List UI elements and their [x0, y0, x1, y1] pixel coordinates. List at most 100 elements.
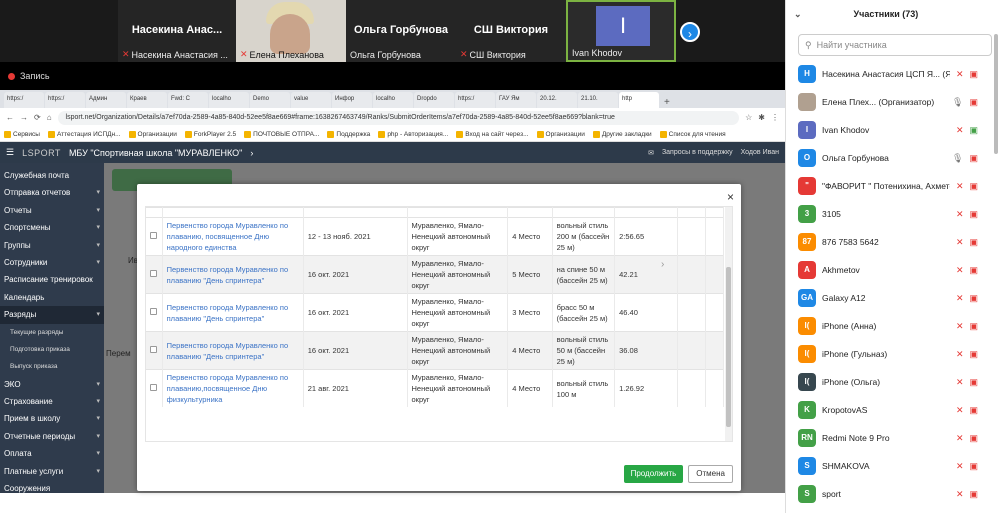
row-checkbox[interactable]: [150, 270, 157, 277]
browser-tab[interactable]: 20.12.: [537, 92, 577, 108]
browser-tab[interactable]: Fwd: C: [168, 92, 208, 108]
sidebar-item[interactable]: Календарь: [0, 289, 104, 306]
mail-icon[interactable]: ✉: [648, 149, 654, 157]
browser-tab[interactable]: value: [291, 92, 331, 108]
row-checkbox[interactable]: [150, 308, 157, 315]
browser-tab[interactable]: https:/: [4, 92, 44, 108]
row-checkbox[interactable]: [150, 346, 157, 353]
browser-tab[interactable]: https:/: [45, 92, 85, 108]
results-table-container[interactable]: Первенство города Муравленко по плаванию…: [145, 206, 733, 442]
participant-search-input[interactable]: ⚲ Найти участника: [798, 34, 992, 56]
panel-scrollbar[interactable]: [994, 34, 998, 154]
cell-event[interactable]: Первенство города Муравленко по плаванию…: [167, 303, 289, 323]
sidebar-item[interactable]: Группы: [0, 237, 104, 255]
sidebar-item[interactable]: Страхование: [0, 393, 104, 411]
sidebar-item[interactable]: Отправка отчетов: [0, 184, 104, 202]
sidebar-subitem[interactable]: Выпуск приказа: [0, 358, 104, 375]
sidebar-item[interactable]: Спортсмены: [0, 219, 104, 237]
cancel-button[interactable]: Отмена: [688, 465, 733, 483]
url-field[interactable]: lsport.net/Organization/Details/a7ef70da…: [57, 110, 740, 125]
chevron-down-icon[interactable]: ⌄: [794, 9, 802, 20]
participant-item[interactable]: ""ФАВОРИТ " Потенихина, Ахметов, ...✕▣: [798, 172, 1000, 200]
sidebar-item[interactable]: Разряды: [0, 306, 104, 324]
bookmark[interactable]: Сервисы: [4, 130, 40, 138]
table-row[interactable]: Первенство города Муравленко по плаванию…: [146, 255, 725, 294]
sidebar-subitem[interactable]: Подготовка приказа: [0, 341, 104, 358]
sidebar-item[interactable]: Оплата: [0, 445, 104, 463]
browser-tab[interactable]: http: [619, 92, 659, 108]
browser-tab[interactable]: ГАУ Ям: [496, 92, 536, 108]
extensions-icon[interactable]: ✱: [758, 113, 765, 122]
video-tile[interactable]: Насекина Анас... ✕ Насекина Анастасия ...: [118, 0, 236, 62]
scrollbar[interactable]: [725, 207, 732, 441]
participant-item[interactable]: I(iPhone (Анна) ✕ ▣: [798, 312, 1000, 340]
participant-item[interactable]: S SHMAKOVA ✕ ▣: [798, 452, 1000, 480]
participant-item[interactable]: 3 3105 ✕ ▣: [798, 200, 1000, 228]
bookmark[interactable]: Аттестация ИСПДн...: [47, 130, 121, 138]
new-tab-icon[interactable]: +: [660, 97, 674, 108]
sidebar-item[interactable]: Служебная почта: [0, 167, 104, 184]
participant-item[interactable]: I(iPhone (Гульназ) ✕ ▣: [798, 340, 1000, 368]
video-tile-active[interactable]: I Ivan Khodov: [566, 0, 676, 62]
menu-icon[interactable]: ⋮: [771, 113, 779, 122]
participant-item[interactable]: Ssport ✕ ▣: [798, 480, 1000, 508]
video-tile[interactable]: Ольга Горбунова Ольга Горбунова: [346, 0, 456, 62]
table-row[interactable]: Первенство города Муравленко по плаванию…: [146, 217, 725, 256]
table-row[interactable]: Первенство города Муравленко по плаванию…: [146, 331, 725, 370]
hamburger-icon[interactable]: ☰: [6, 147, 14, 158]
sidebar-item[interactable]: Расписание тренировок: [0, 271, 104, 288]
home-icon[interactable]: ⌂: [47, 113, 52, 122]
bookmark[interactable]: Поддержка: [327, 130, 370, 138]
cell-event[interactable]: Первенство города Муравленко по плаванию…: [167, 265, 289, 285]
browser-tab[interactable]: Dropdo: [414, 92, 454, 108]
sidebar-item[interactable]: Сотрудники: [0, 254, 104, 272]
browser-tab[interactable]: Demo: [250, 92, 290, 108]
sidebar-item[interactable]: Платные услуги: [0, 463, 104, 481]
bookmark[interactable]: Список для чтения: [659, 130, 726, 138]
row-checkbox[interactable]: [150, 232, 157, 239]
table-row[interactable]: Первенство города Муравленко по плаванию…: [146, 369, 725, 407]
browser-tab[interactable]: Краев: [127, 92, 167, 108]
bookmark[interactable]: Вход на сайт через...: [456, 130, 529, 138]
bookmark[interactable]: Организации: [128, 130, 177, 138]
participant-item[interactable]: A Akhmetov ✕ ▣: [798, 256, 1000, 284]
user-menu[interactable]: Ходов Иван: [741, 149, 779, 156]
participant-item[interactable]: Н Насекина Анастасия ЦСП Я... (Я) ✕ ▣: [798, 60, 1000, 88]
bookmark[interactable]: Другие закладки: [592, 130, 652, 138]
continue-button[interactable]: Продолжить: [623, 465, 684, 483]
cell-event[interactable]: Первенство города Муравленко по плаванию…: [167, 341, 289, 361]
video-tile[interactable]: ✕ Елена Плеханова: [236, 0, 346, 62]
sidebar-item[interactable]: Иерархия: [0, 497, 104, 513]
bookmark[interactable]: php - Авторизация...: [378, 130, 448, 138]
close-icon[interactable]: ×: [727, 190, 734, 204]
next-page-button[interactable]: ›: [680, 22, 700, 42]
cell-event[interactable]: Первенство города Муравленко по плаванию…: [167, 373, 289, 404]
cell-event[interactable]: Первенство города Муравленко по плаванию…: [167, 221, 289, 252]
organization-title[interactable]: МБУ "Спортивная школа "МУРАВЛЕНКО": [69, 148, 242, 158]
participant-item[interactable]: I Ivan Khodov ✕ ▣: [798, 116, 1000, 144]
participant-item[interactable]: I(iPhone (Ольга) ✕ ▣: [798, 368, 1000, 396]
browser-tab[interactable]: localho: [209, 92, 249, 108]
bookmark[interactable]: ПОЧТОВЫЕ ОТПРА...: [244, 130, 319, 138]
participant-item[interactable]: K KropotovAS ✕ ▣: [798, 396, 1000, 424]
forward-icon[interactable]: →: [20, 113, 28, 122]
browser-tab[interactable]: 21.10.: [578, 92, 618, 108]
browser-tab[interactable]: Админ: [86, 92, 126, 108]
table-row[interactable]: Первенство города Муравленко по плаванию…: [146, 293, 725, 332]
participant-item[interactable]: RN Redmi Note 9 Pro ✕ ▣: [798, 424, 1000, 452]
browser-tab[interactable]: localho: [373, 92, 413, 108]
sidebar-item[interactable]: Отчетные периоды: [0, 428, 104, 446]
bookmark[interactable]: ForkPlayer 2.5: [184, 130, 236, 138]
back-icon[interactable]: ←: [6, 113, 14, 122]
scroll-thumb[interactable]: [726, 267, 731, 427]
logo[interactable]: LSPORT: [22, 148, 61, 158]
sidebar-item[interactable]: Отчеты: [0, 202, 104, 220]
participant-item[interactable]: О Ольга Горбунова 🎙 ▣: [798, 144, 1000, 172]
browser-tab[interactable]: https:/: [455, 92, 495, 108]
browser-tab[interactable]: Инфор: [332, 92, 372, 108]
participant-item[interactable]: 87 876 7583 5642 ✕ ▣: [798, 228, 1000, 256]
row-checkbox[interactable]: [150, 384, 157, 391]
sidebar-item[interactable]: Прием в школу: [0, 410, 104, 428]
reload-icon[interactable]: ⟳: [34, 113, 41, 122]
bookmark[interactable]: Организации: [536, 130, 585, 138]
